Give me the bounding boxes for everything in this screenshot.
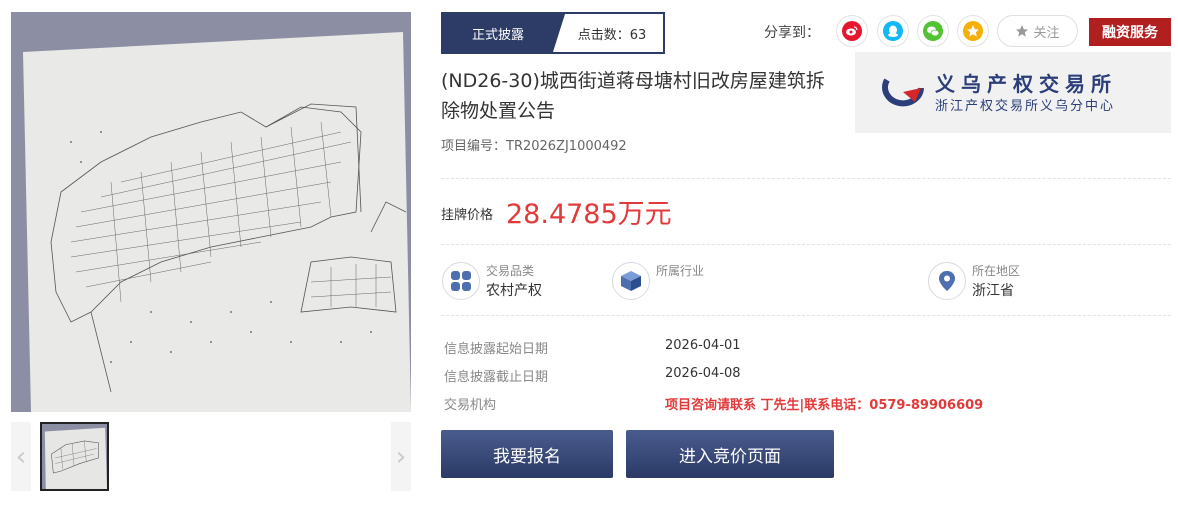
exchange-logo: 义乌产权交易所 浙江产权交易所义乌分中心 <box>855 52 1171 133</box>
exchange-subname: 浙江产权交易所义乌分中心 <box>935 99 1116 114</box>
follow-label: 关注 <box>1033 25 1060 41</box>
click-count: 点击数：63 <box>577 27 647 43</box>
industry-key: 所属行业 <box>656 264 705 278</box>
enter-bidding-button[interactable]: 进入竞价页面 <box>626 430 834 478</box>
location-icon <box>928 262 966 300</box>
category-value: 农村产权 <box>486 283 542 299</box>
start-date-value: 2026-04-01 <box>665 338 741 353</box>
qq-share-button[interactable] <box>877 15 909 47</box>
project-number: 项目编号：TR2026ZJ1000492 <box>441 139 627 154</box>
divider <box>441 178 1171 179</box>
weibo-share-button[interactable] <box>836 15 868 47</box>
share-label: 分享到： <box>764 25 820 41</box>
follow-button[interactable]: 关注 <box>997 15 1078 47</box>
region-value: 浙江省 <box>972 283 1014 299</box>
price-value: 28.4785万元 <box>506 199 672 230</box>
wechat-share-button[interactable] <box>917 15 949 47</box>
status-label: 正式披露 <box>443 14 565 52</box>
agency-value: 项目咨询请联系 丁先生|联系电话：0579-89906609 <box>665 398 984 413</box>
signup-button[interactable]: 我要报名 <box>441 430 613 478</box>
price-label: 挂牌价格 <box>441 208 494 223</box>
exchange-name: 义乌产权交易所 <box>935 72 1117 96</box>
wechat-icon <box>923 21 943 41</box>
end-date-value: 2026-04-08 <box>665 366 741 381</box>
exchange-logo-mark <box>882 78 924 107</box>
thumbnail-prev-button[interactable]: ‹ <box>11 422 31 491</box>
main-image[interactable] <box>11 12 411 412</box>
end-date-key: 信息披露截止日期 <box>444 370 549 385</box>
weibo-icon <box>842 21 862 41</box>
status-bar: 正式披露 点击数：63 <box>441 12 665 54</box>
thumbnail-next-button[interactable]: › <box>391 422 411 491</box>
start-date-key: 信息披露起始日期 <box>444 342 549 357</box>
finance-service-button[interactable]: 融资服务 <box>1089 18 1171 46</box>
qzone-share-button[interactable] <box>957 15 989 47</box>
agency-key: 交易机构 <box>444 398 497 413</box>
divider <box>441 315 1171 316</box>
star-icon <box>1016 25 1029 37</box>
region-key: 所在地区 <box>972 264 1021 278</box>
category-key: 交易品类 <box>486 264 535 278</box>
cube-icon <box>612 262 650 300</box>
project-detail: ‹ › 正式披露 点击数：63 分享到： 关注 融资服务 (ND26-30)城西… <box>0 0 1178 507</box>
qq-icon <box>883 21 903 41</box>
project-title: (ND26-30)城西街道蒋母塘村旧改房屋建筑拆除物处置公告 <box>441 70 825 122</box>
category-icon <box>442 262 480 300</box>
divider <box>441 244 1171 245</box>
qzone-icon <box>963 21 983 41</box>
thumbnail-image[interactable] <box>40 422 109 491</box>
